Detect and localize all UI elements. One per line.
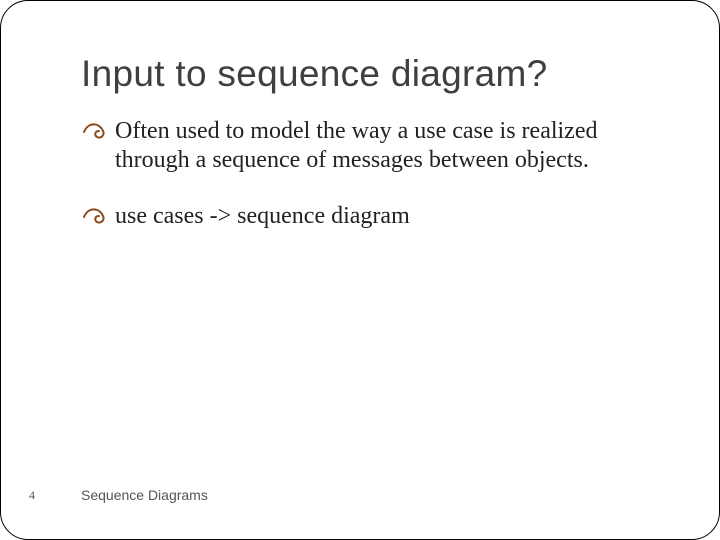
bullet-text: use cases -> sequence diagram [115,203,410,229]
slide-title: Input to sequence diagram? [81,53,659,95]
curl-bullet-icon [81,204,109,226]
curl-bullet-icon [81,119,109,141]
bullet-text: Often used to model the way a use case i… [115,118,597,173]
list-item: use cases -> sequence diagram [81,202,659,231]
footer-text: Sequence Diagrams [81,487,208,503]
list-item: Often used to model the way a use case i… [81,117,659,176]
bullet-list: Often used to model the way a use case i… [81,117,659,231]
page-number: 4 [29,488,35,503]
slide: Input to sequence diagram? Often used to… [0,0,720,540]
